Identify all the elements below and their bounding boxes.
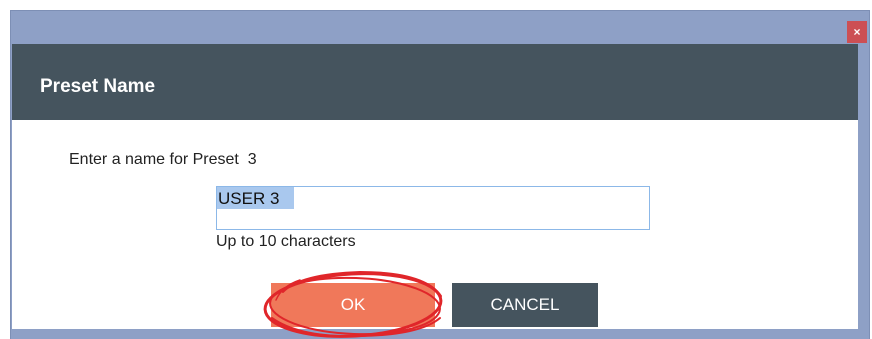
- close-icon: ×: [853, 25, 861, 39]
- dialog-header: Preset Name: [12, 44, 858, 120]
- dialog-title: Preset Name: [40, 76, 156, 97]
- ok-button-label: OK: [340, 295, 366, 314]
- character-limit-hint: Up to 10 characters: [216, 233, 356, 250]
- cancel-button[interactable]: CANCEL: [452, 283, 598, 327]
- prompt-label: Enter a name for Preset 3: [69, 151, 257, 168]
- cancel-button-label: CANCEL: [490, 295, 560, 314]
- preset-name-dialog: Preset Name Enter a name for Preset 3 US…: [12, 44, 858, 329]
- close-button[interactable]: ×: [847, 21, 867, 43]
- preset-name-input[interactable]: [216, 186, 650, 230]
- ok-button[interactable]: OK: [271, 283, 435, 327]
